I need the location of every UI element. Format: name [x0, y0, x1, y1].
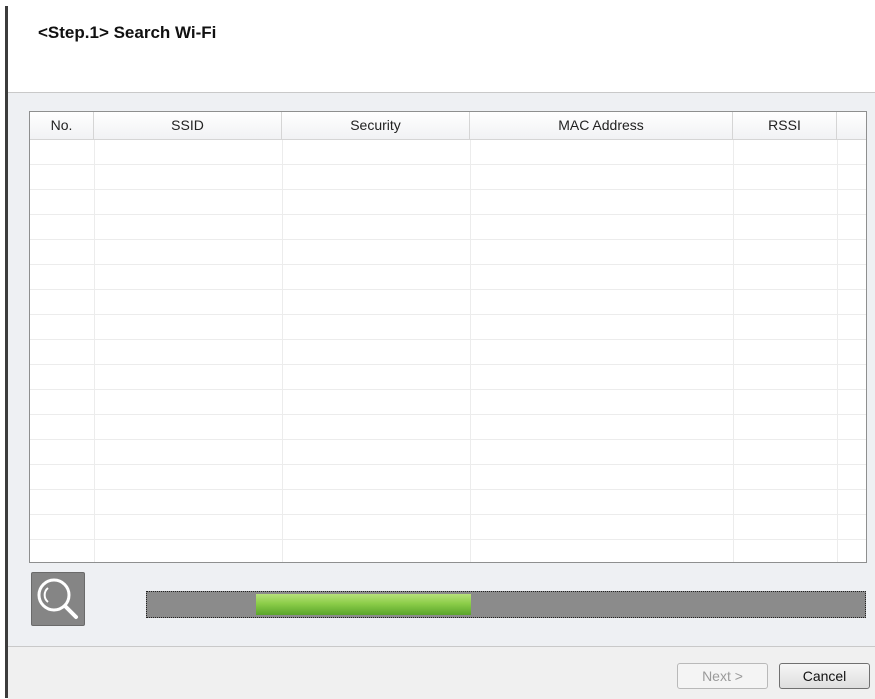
column-divider — [282, 140, 283, 562]
column-header-no[interactable]: No. — [30, 112, 94, 139]
table-row[interactable] — [30, 465, 866, 490]
table-row[interactable] — [30, 390, 866, 415]
column-header-rssi[interactable]: RSSI — [733, 112, 837, 139]
wizard-header: <Step.1> Search Wi-Fi — [8, 0, 875, 93]
table-row[interactable] — [30, 515, 866, 540]
table-row[interactable] — [30, 315, 866, 340]
next-button[interactable]: Next > — [677, 663, 768, 689]
table-row[interactable] — [30, 165, 866, 190]
table-row[interactable] — [30, 440, 866, 465]
column-divider — [94, 140, 95, 562]
table-row[interactable] — [30, 215, 866, 240]
table-row[interactable] — [30, 265, 866, 290]
scan-progress-bar — [146, 591, 866, 618]
table-row[interactable] — [30, 415, 866, 440]
page-title: <Step.1> Search Wi-Fi — [38, 23, 217, 42]
column-divider — [837, 140, 838, 562]
column-divider — [470, 140, 471, 562]
table-row[interactable] — [30, 490, 866, 515]
progress-fill — [256, 594, 472, 615]
column-divider — [733, 140, 734, 562]
column-header-mac-address[interactable]: MAC Address — [470, 112, 733, 139]
table-header: No. SSID Security MAC Address RSSI — [30, 112, 866, 140]
table-row[interactable] — [30, 240, 866, 265]
magnifier-icon — [37, 578, 78, 619]
wifi-list-table[interactable]: No. SSID Security MAC Address RSSI — [29, 111, 867, 563]
table-row[interactable] — [30, 190, 866, 215]
table-row[interactable] — [30, 290, 866, 315]
table-row[interactable] — [30, 540, 866, 562]
window-edge — [0, 0, 8, 698]
cancel-button[interactable]: Cancel — [779, 663, 870, 689]
table-row[interactable] — [30, 365, 866, 390]
column-header-ssid[interactable]: SSID — [94, 112, 282, 139]
table-row[interactable] — [30, 140, 866, 165]
table-row[interactable] — [30, 340, 866, 365]
search-button[interactable] — [31, 572, 85, 626]
column-header-security[interactable]: Security — [282, 112, 470, 139]
table-body — [30, 140, 866, 562]
